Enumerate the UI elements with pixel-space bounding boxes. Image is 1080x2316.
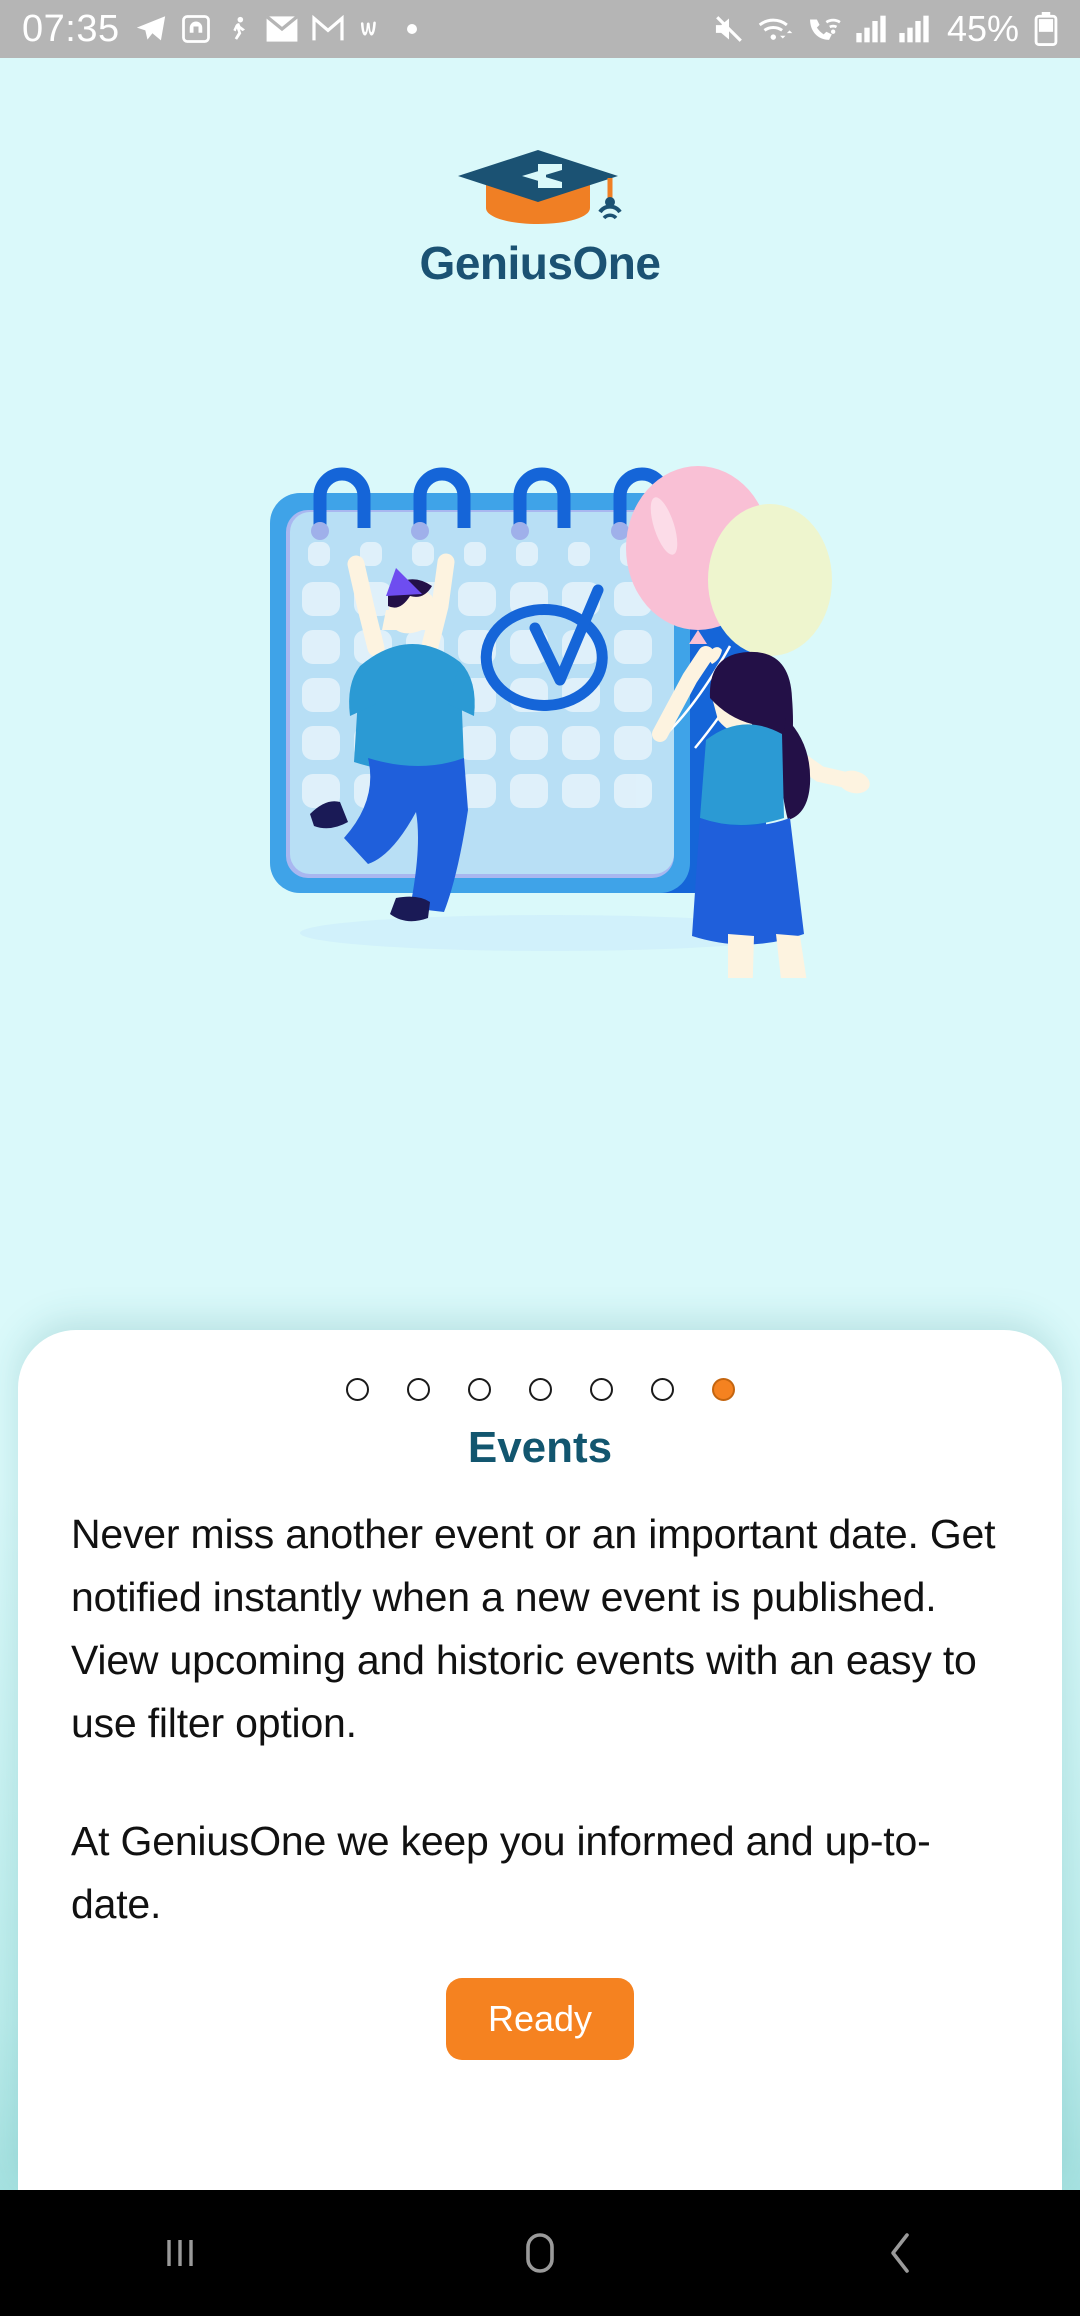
home-button[interactable] [360,2190,720,2316]
page-dot-7-active[interactable] [711,1378,735,1401]
status-notification-icons [134,12,712,46]
page-dot-6[interactable] [650,1378,674,1401]
description-paragraph-1: Never miss another event or an important… [71,1511,996,1746]
page-dot-2[interactable] [406,1378,430,1401]
page-dot-1[interactable] [345,1378,369,1401]
battery-icon [1034,12,1058,46]
back-icon [891,2233,909,2273]
home-icon [526,2233,554,2273]
ready-button[interactable]: Ready [445,1978,635,2060]
page-title: Events [467,1423,613,1472]
status-bar: 07:35 45% [0,0,1080,58]
back-button[interactable] [720,2190,1080,2316]
w-app-icon [360,21,376,36]
android-navigation-bar [0,2190,1080,2316]
status-clock: 07:35 [22,8,120,50]
page-dot-3[interactable] [467,1378,491,1401]
recents-icon [167,2240,193,2266]
signal-bars-1-icon [856,15,886,43]
page-dot-4[interactable] [528,1378,552,1401]
dot-icon [406,24,417,34]
telegram-icon [136,16,165,41]
recents-button[interactable] [0,2190,360,2316]
wifi-data-icon [758,18,793,40]
signal-bars-2-icon [899,15,929,43]
app-logo: GeniusOne [0,134,1080,290]
onboarding-screen: GeniusOne Events Never miss another even… [0,58,1080,2190]
envelope-icon [265,15,299,42]
page-indicator-dots[interactable] [18,1330,1062,1401]
person-running-icon [232,16,245,40]
onboarding-card: Events Never miss another event or an im… [18,1330,1062,2190]
calendar-event-illustration [270,466,870,978]
battery-percent-label: 45% [946,8,1019,49]
page-dot-5[interactable] [589,1378,613,1401]
gmail-icon [311,15,344,41]
graduation-cap-icon [458,150,622,224]
mute-icon [715,16,742,42]
description-paragraph-2: At GeniusOne we keep you informed and up… [71,1818,931,1927]
app-name: GeniusOne [419,237,661,289]
status-system-icons: 45% [712,8,1058,50]
headphones-icon [181,15,210,43]
wifi-calling-icon [810,18,841,40]
